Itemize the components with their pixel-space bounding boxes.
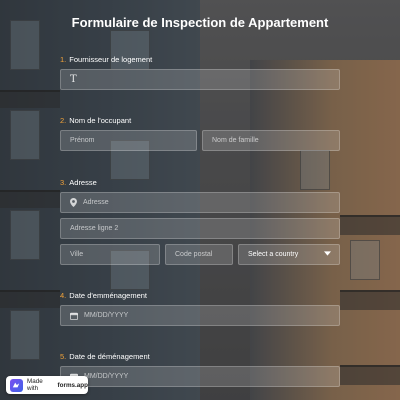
form-title: Formulaire de Inspection de Appartement — [71, 15, 329, 30]
placeholder: MM/DD/YYYY — [84, 312, 129, 319]
move-in-date-input[interactable]: MM/DD/YYYY — [60, 305, 340, 326]
city-input[interactable]: Ville — [60, 244, 160, 265]
chevron-down-icon — [324, 251, 331, 258]
question-3-label: 3. Adresse — [60, 178, 97, 187]
question-number: 4. — [60, 291, 67, 300]
placeholder: Prénom — [70, 137, 95, 144]
country-select[interactable]: Select a country — [238, 244, 340, 265]
question-text: Adresse — [69, 178, 97, 187]
forms-app-logo-icon — [10, 378, 23, 392]
first-name-input[interactable]: Prénom — [60, 130, 197, 151]
placeholder: MM/DD/YYYY — [84, 373, 129, 380]
placeholder: Code postal — [175, 251, 213, 258]
inspection-form: Formulaire de Inspection de Appartement … — [0, 0, 400, 400]
placeholder: Adresse ligne 2 — [70, 225, 119, 232]
question-text: Fournisseur de logement — [69, 55, 153, 64]
question-number: 5. — [60, 352, 67, 361]
placeholder: Ville — [70, 251, 84, 258]
question-number: 1. — [60, 55, 67, 64]
badge-prefix: Made with — [26, 378, 43, 392]
placeholder: Adresse — [83, 199, 109, 206]
question-number: 3. — [60, 178, 67, 187]
question-text: Date d'emménagement — [69, 291, 147, 300]
question-5-label: 5. Date de déménagement — [60, 352, 150, 361]
question-1-label: 1. Fournisseur de logement — [60, 55, 152, 64]
calendar-icon — [70, 312, 78, 320]
badge-brand: forms.app — [57, 381, 88, 389]
question-4-label: 4. Date d'emménagement — [60, 291, 147, 300]
housing-provider-input[interactable]: T — [60, 69, 340, 90]
location-pin-icon — [70, 198, 77, 207]
question-2-label: 2. Nom de l'occupant — [60, 116, 131, 125]
made-with-badge[interactable]: Made with forms.app — [6, 376, 88, 394]
select-value: Select a country — [248, 251, 299, 258]
placeholder: Nom de famille — [212, 137, 259, 144]
question-text: Date de déménagement — [69, 352, 150, 361]
address-line2-input[interactable]: Adresse ligne 2 — [60, 218, 340, 239]
last-name-input[interactable]: Nom de famille — [202, 130, 340, 151]
question-number: 2. — [60, 116, 67, 125]
question-text: Nom de l'occupant — [69, 116, 132, 125]
address-input[interactable]: Adresse — [60, 192, 340, 213]
input-value: T — [70, 74, 77, 85]
postal-code-input[interactable]: Code postal — [165, 244, 233, 265]
move-out-date-input[interactable]: MM/DD/YYYY — [60, 366, 340, 387]
